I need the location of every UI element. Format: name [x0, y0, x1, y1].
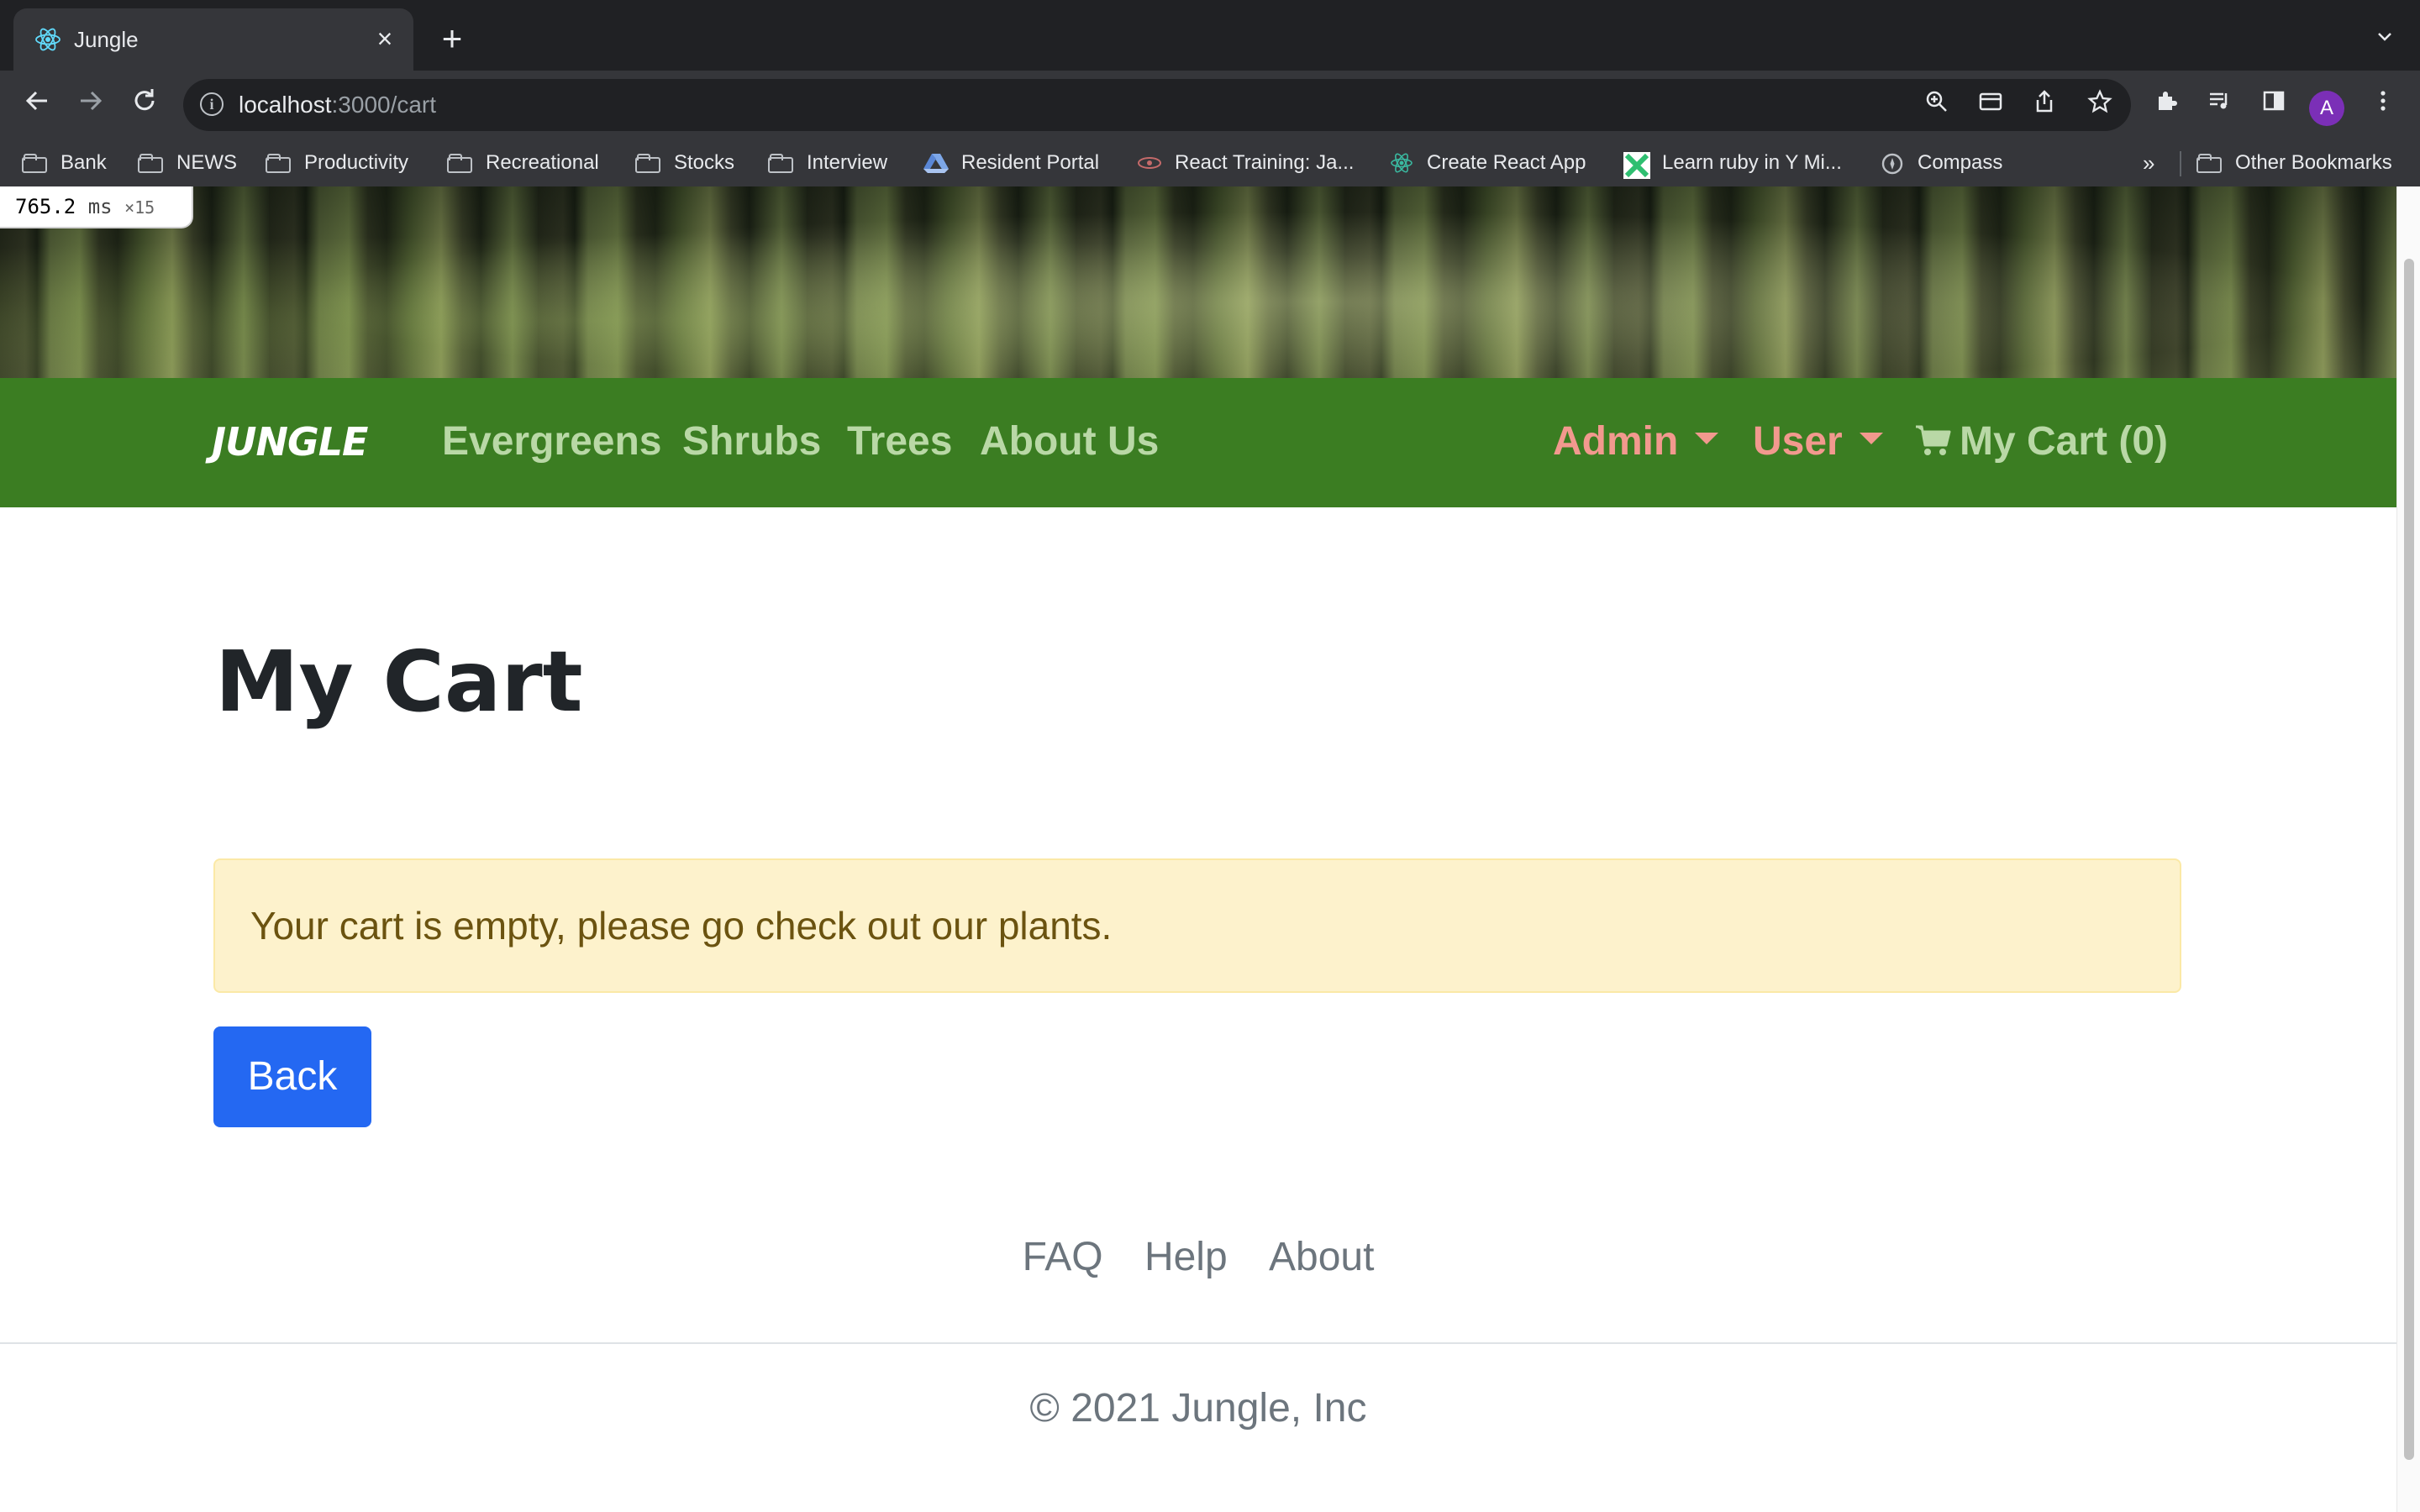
browser-tab[interactable]: Jungle ×	[13, 8, 413, 71]
render-time-value: 765.2	[15, 195, 76, 218]
render-time-multiplier: ×15	[124, 197, 155, 218]
render-time-unit: ms	[87, 195, 113, 218]
nav-link-about-us[interactable]: About Us	[980, 417, 1159, 467]
bookmark-label: Create React App	[1427, 151, 1586, 174]
learnx-icon	[1623, 152, 1650, 179]
reload-icon[interactable]	[121, 82, 168, 129]
my-cart-link[interactable]: My Cart (0)	[1914, 417, 2168, 467]
page-title: My Cart	[215, 633, 583, 731]
back-arrow-icon[interactable]	[13, 82, 60, 129]
bookmark-label: NEWS	[176, 151, 237, 174]
admin-dropdown-label: Admin	[1553, 419, 1679, 464]
folder-icon	[266, 152, 292, 174]
banner-light	[0, 186, 2396, 378]
forest-banner-image	[0, 186, 2396, 378]
bookmarks-divider	[2180, 151, 2181, 176]
bookmark-compass[interactable]: Compass	[1879, 146, 2002, 180]
share-icon[interactable]	[2028, 89, 2060, 121]
extensions-icon[interactable]	[2148, 87, 2185, 124]
brand-logo[interactable]: JUNGLE	[212, 417, 368, 467]
address-bar[interactable]: i localhost:3000/cart	[183, 79, 2131, 131]
empty-cart-message: Your cart is empty, please go check out …	[250, 904, 1113, 948]
media-queue-icon[interactable]	[2202, 87, 2238, 124]
bookmark-label: Compass	[1918, 151, 2003, 174]
bookmark-productivity[interactable]: Productivity	[266, 146, 408, 180]
bookmark-stocks[interactable]: Stocks	[635, 146, 734, 180]
bookmark-label: Other Bookmarks	[2235, 151, 2392, 174]
drive-icon	[923, 152, 950, 174]
zoom-icon[interactable]	[1921, 89, 1953, 121]
caret-down-icon	[1695, 433, 1719, 445]
empty-cart-alert: Your cart is empty, please go check out …	[213, 858, 2181, 993]
my-cart-label: My Cart (0)	[1960, 419, 2169, 464]
page-viewport: JUNGLE Evergreens Shrubs Trees About Us …	[0, 186, 2396, 1512]
bookmark-bank[interactable]: Bank	[22, 146, 107, 180]
react-icon	[1388, 152, 1415, 174]
bookmark-news[interactable]: NEWS	[138, 146, 237, 180]
copyright-text: © 2021 Jungle, Inc	[1029, 1386, 1367, 1431]
user-dropdown-label: User	[1753, 419, 1843, 464]
star-icon[interactable]	[2084, 89, 2116, 121]
nav-link-shrubs[interactable]: Shrubs	[682, 417, 821, 467]
bookmarks-bar: Bank NEWS Productivity Recreational Stoc…	[0, 139, 2420, 186]
scrollbar-thumb[interactable]	[2404, 259, 2414, 1460]
bookmark-learn-ruby[interactable]: Learn ruby in Y Mi...	[1623, 146, 1842, 180]
shopping-cart-icon	[1916, 425, 1951, 456]
bookmark-label: Interview	[807, 151, 888, 174]
bookmark-other-bookmarks[interactable]: Other Bookmarks	[2196, 146, 2392, 180]
footer-link-faq[interactable]: FAQ	[1023, 1235, 1103, 1279]
folder-icon	[138, 152, 165, 174]
url-host: localhost	[239, 92, 332, 118]
user-dropdown[interactable]: User	[1753, 417, 1883, 467]
react-training-icon	[1136, 152, 1163, 174]
compass-icon	[1879, 152, 1906, 175]
footer-link-about[interactable]: About	[1269, 1235, 1374, 1279]
url-path: :3000/cart	[331, 92, 437, 118]
bookmark-interview[interactable]: Interview	[768, 146, 887, 180]
chevron-down-icon[interactable]	[2370, 25, 2400, 55]
card-icon[interactable]	[1975, 89, 2007, 121]
folder-icon	[447, 152, 474, 174]
bookmarks-overflow-button[interactable]: »	[2143, 146, 2154, 180]
bookmark-label: Bank	[60, 151, 107, 174]
bookmark-label: React Training: Ja...	[1175, 151, 1355, 174]
footer-link-help[interactable]: Help	[1144, 1235, 1228, 1279]
render-time-badge: 765.2 ms ×15	[0, 186, 193, 228]
bookmark-label: Stocks	[674, 151, 735, 174]
folder-icon	[768, 152, 795, 174]
bookmark-label: Recreational	[486, 151, 599, 174]
bookmark-label: Resident Portal	[961, 151, 1100, 174]
menu-kebab-icon[interactable]	[2365, 87, 2402, 124]
admin-dropdown[interactable]: Admin	[1553, 417, 1719, 467]
new-tab-button[interactable]: +	[435, 21, 469, 56]
bookmark-react-training[interactable]: React Training: Ja...	[1136, 146, 1354, 180]
page-scrollbar[interactable]	[2396, 186, 2420, 1512]
profile-avatar[interactable]: A	[2309, 91, 2344, 126]
footer-links: FAQ Help About	[0, 1228, 2396, 1287]
browser-toolbar: i localhost:3000/cart A Bank NEWS Produc…	[0, 71, 2420, 202]
folder-icon	[22, 152, 49, 174]
tab-title: Jungle	[74, 27, 139, 52]
bookmark-resident-portal[interactable]: Resident Portal	[923, 146, 1099, 180]
react-icon	[35, 28, 60, 51]
url-text: localhost:3000/cart	[239, 91, 436, 119]
forward-arrow-icon[interactable]	[67, 82, 114, 129]
nav-link-evergreens[interactable]: Evergreens	[442, 417, 662, 467]
site-navbar: JUNGLE Evergreens Shrubs Trees About Us …	[0, 378, 2396, 507]
close-icon[interactable]: ×	[370, 24, 400, 54]
nav-link-trees[interactable]: Trees	[847, 417, 952, 467]
site-info-icon[interactable]: i	[200, 92, 224, 116]
bookmark-label: Learn ruby in Y Mi...	[1662, 151, 1842, 174]
bookmark-create-react-app[interactable]: Create React App	[1388, 146, 1586, 180]
caret-down-icon	[1859, 433, 1883, 445]
bookmark-label: Productivity	[304, 151, 409, 174]
folder-icon	[2196, 152, 2223, 174]
bookmark-recreational[interactable]: Recreational	[447, 146, 599, 180]
back-button[interactable]: Back	[213, 1026, 371, 1127]
browser-tabstrip: Jungle × +	[0, 0, 2420, 71]
side-panel-icon[interactable]	[2255, 87, 2292, 124]
folder-icon	[635, 152, 662, 174]
footer-divider	[0, 1342, 2396, 1344]
